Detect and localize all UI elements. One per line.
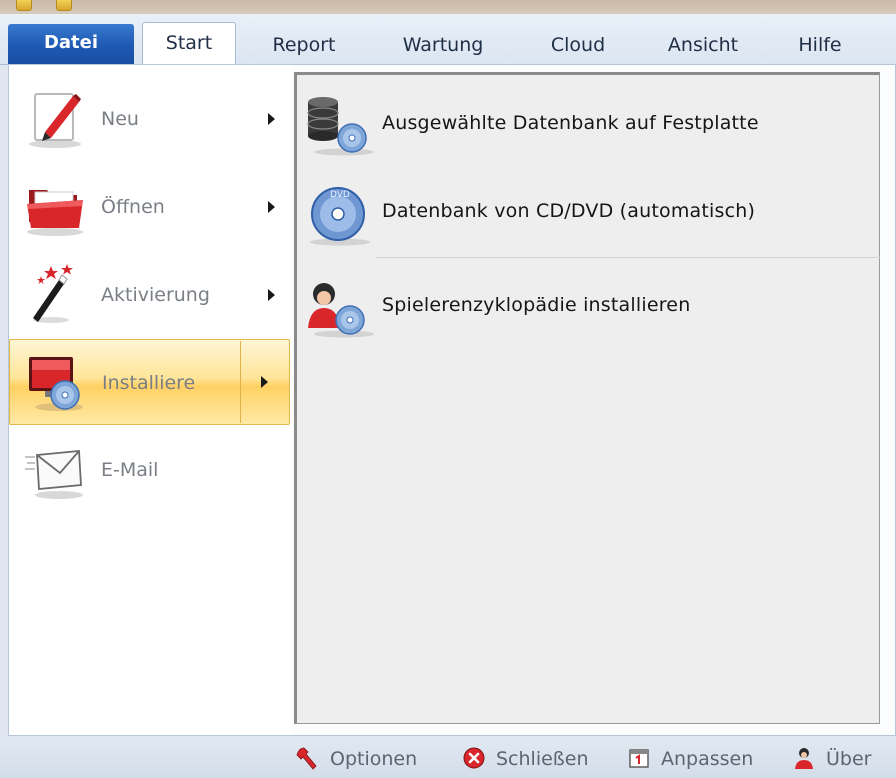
tab-report[interactable]: Report	[262, 28, 346, 64]
submenu-item-spielerenzyklopaedie[interactable]: Spielerenzyklopädie installieren	[304, 270, 864, 340]
customize-label: Anpassen	[661, 748, 754, 770]
menu-item-label: Öffnen	[101, 196, 165, 218]
submenu-item-cd-dvd[interactable]: DVD Datenbank von CD/DVD (automatisch)	[304, 176, 864, 246]
title-bar-strip	[0, 0, 896, 14]
menu-item-neu[interactable]: Neu	[9, 76, 290, 162]
submenu-item-label: Spielerenzyklopädie installieren	[382, 294, 691, 316]
tab-ansicht[interactable]: Ansicht	[655, 28, 751, 64]
submenu-item-label: Datenbank von CD/DVD (automatisch)	[382, 200, 756, 222]
calendar-icon	[629, 749, 649, 768]
menu-item-email[interactable]: E-Mail	[9, 427, 290, 513]
envelope-icon	[25, 450, 83, 499]
menu-item-label: Aktivierung	[101, 284, 210, 306]
submenu-divider	[376, 257, 880, 258]
options-label: Optionen	[330, 748, 418, 770]
submenu-item-label: Ausgewählte Datenbank auf Festplatte	[382, 112, 759, 134]
database-disc-icon	[307, 97, 374, 156]
menu-item-aktivierung[interactable]: Aktivierung	[9, 252, 290, 338]
ribbon-tab-bar: Datei Start Report Wartung Cloud Ansicht…	[0, 14, 896, 65]
tab-hilfe[interactable]: Hilfe	[788, 28, 852, 64]
submenu-item-festplatte[interactable]: Ausgewählte Datenbank auf Festplatte	[304, 88, 864, 158]
quick-access-icon[interactable]	[56, 0, 72, 11]
submenu-arrow-icon	[268, 113, 275, 125]
tab-wartung[interactable]: Wartung	[388, 28, 498, 64]
backstage-footer: Optionen Schließen Anpassen Über	[0, 736, 896, 778]
about-label: Über	[826, 748, 872, 770]
pencil-document-icon	[29, 93, 81, 148]
person-icon	[795, 748, 813, 769]
tab-cloud[interactable]: Cloud	[540, 28, 616, 64]
menu-item-label: Neu	[101, 108, 139, 130]
monitor-cd-icon	[29, 357, 83, 411]
menu-item-label: E-Mail	[101, 459, 159, 481]
submenu-arrow-icon[interactable]	[261, 376, 268, 388]
folder-open-icon	[27, 190, 83, 236]
menu-item-label: Installiere	[102, 372, 196, 394]
menu-item-oeffnen[interactable]: Öffnen	[9, 164, 290, 250]
close-label: Schließen	[496, 748, 589, 770]
customize-button[interactable]: Anpassen	[627, 744, 777, 772]
dvd-icon: DVD	[310, 187, 370, 246]
options-button[interactable]: Optionen	[296, 744, 446, 772]
magic-wand-icon	[33, 264, 73, 323]
close-circle-icon	[463, 747, 485, 769]
dvd-label-text: DVD	[330, 190, 350, 200]
split-divider	[240, 341, 241, 423]
close-button[interactable]: Schließen	[462, 744, 612, 772]
about-button[interactable]: Über	[792, 744, 892, 772]
player-disc-icon	[308, 283, 374, 338]
menu-item-installiere[interactable]: Installiere	[9, 339, 290, 425]
quick-access-icon[interactable]	[16, 0, 32, 11]
tab-start[interactable]: Start	[142, 22, 236, 64]
tab-datei[interactable]: Datei	[8, 24, 134, 64]
submenu-arrow-icon	[268, 201, 275, 213]
submenu-arrow-icon	[268, 289, 275, 301]
wrench-icon	[296, 747, 317, 770]
submenu-pane	[294, 72, 880, 724]
